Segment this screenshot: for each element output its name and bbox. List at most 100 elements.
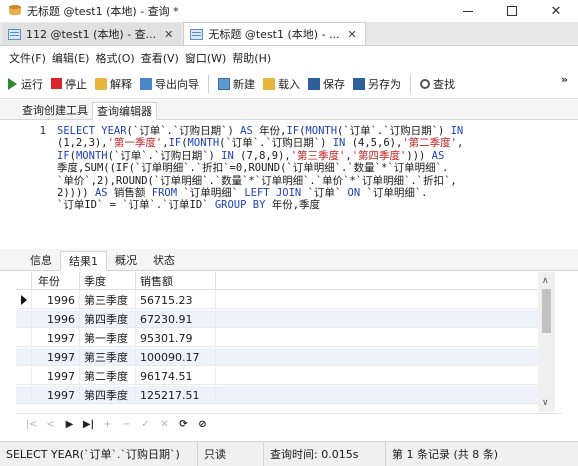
save-as-button[interactable]: 另存为 xyxy=(349,73,405,95)
save-button[interactable]: 保存 xyxy=(304,73,349,95)
sql-code[interactable]: SELECT YEAR(`订单`.`订购日期`) AS 年份,IF(MONTH(… xyxy=(57,125,567,212)
sql-keyword: ON xyxy=(347,186,361,199)
tab-query-builder[interactable]: 查询创建工具 xyxy=(18,101,92,119)
table-row[interactable]: 1997 第二季度 96174.51 xyxy=(16,367,546,385)
sql-text: (`订单`.`订购日期`) xyxy=(219,137,333,150)
export-icon xyxy=(140,77,152,90)
minimize-button[interactable] xyxy=(446,0,490,22)
table-row[interactable]: 1996 第四季度 67230.91 xyxy=(16,310,546,328)
cell-year[interactable]: 1997 xyxy=(32,386,80,404)
apply-changes-icon[interactable]: ✓ xyxy=(138,417,153,432)
cell-sales[interactable]: 67230.91 xyxy=(136,310,216,328)
result-grid[interactable]: 年份 季度 销售额 1996 第三季度 56715.23 1996 第四季度 67230.… xyxy=(16,272,562,412)
table-row[interactable]: 1996 第三季度 56715.23 xyxy=(16,291,546,309)
tab-query-editor[interactable]: 查询编辑器 xyxy=(92,102,157,120)
table-row[interactable]: 1997 第一季度 95301.79 xyxy=(16,329,546,347)
load-button[interactable]: 载入 xyxy=(259,73,304,95)
explain-icon xyxy=(95,77,107,90)
prev-record-icon[interactable]: < xyxy=(43,417,58,432)
find-button[interactable]: 查找 xyxy=(416,73,459,95)
cell-year[interactable]: 1996 xyxy=(32,291,80,309)
tab-close-icon[interactable]: ✕ xyxy=(164,28,173,41)
cell-sales[interactable]: 96174.51 xyxy=(136,367,216,385)
sql-keyword: IF xyxy=(57,149,70,162)
cell-sales[interactable]: 100090.17 xyxy=(136,348,216,366)
save-as-label: 另存为 xyxy=(368,77,401,91)
cell-quarter[interactable]: 第三季度 xyxy=(80,348,136,366)
load-label: 载入 xyxy=(278,77,300,91)
tab-query-untitled[interactable]: 无标题 @test1 (本地) - ... ✕ xyxy=(183,22,366,45)
explain-button[interactable]: 解释 xyxy=(91,73,136,95)
cell-sales[interactable]: 56715.23 xyxy=(136,291,216,309)
sql-text: 年份, xyxy=(252,125,287,137)
sql-keyword: IF xyxy=(286,125,300,137)
row-indicator xyxy=(16,386,32,404)
table-row[interactable]: 1997 第四季度 125217.51 xyxy=(16,386,546,404)
cell-quarter[interactable]: 第四季度 xyxy=(80,310,136,328)
sql-text: , xyxy=(456,137,464,150)
search-icon xyxy=(420,78,430,89)
sql-line: `订单ID` = `订单`.`订单ID` GROUP BY 年份,季度 xyxy=(57,199,567,211)
table-row[interactable]: 1997 第三季度 100090.17 xyxy=(16,348,546,366)
refresh-icon[interactable]: ⟳ xyxy=(176,417,191,432)
grid-vertical-scrollbar[interactable]: ∧ ∨ xyxy=(538,272,555,412)
sql-keyword: IF xyxy=(168,137,182,150)
run-button[interactable]: 运行 xyxy=(4,73,47,95)
delete-record-icon[interactable]: − xyxy=(119,417,134,432)
menu-edit[interactable]: 编辑(E) xyxy=(49,50,93,66)
cell-year[interactable]: 1997 xyxy=(32,367,80,385)
cell-year[interactable]: 1997 xyxy=(32,329,80,347)
column-header-sales[interactable]: 销售额 xyxy=(136,272,216,290)
tab-status[interactable]: 状态 xyxy=(145,250,183,270)
new-button[interactable]: 新建 xyxy=(214,73,259,95)
sql-string: '第一季度' xyxy=(107,137,163,150)
first-record-icon[interactable]: |< xyxy=(24,417,39,432)
discard-changes-icon[interactable]: ✕ xyxy=(157,417,172,432)
explain-label: 解释 xyxy=(110,77,132,91)
scroll-down-icon[interactable]: ∨ xyxy=(542,398,549,408)
maximize-button[interactable] xyxy=(490,0,534,22)
tab-close-icon[interactable]: ✕ xyxy=(348,28,357,41)
column-header-quarter[interactable]: 季度 xyxy=(80,272,136,290)
cell-sales[interactable]: 95301.79 xyxy=(136,329,216,347)
title-bar: 无标题 @test1 (本地) - 查询 * ✕ xyxy=(0,0,578,22)
cell-quarter[interactable]: 第四季度 xyxy=(80,386,136,404)
toolbar-overflow-button[interactable]: » xyxy=(561,73,568,86)
cell-quarter[interactable]: 第二季度 xyxy=(80,367,136,385)
sql-text: (1,2,3), xyxy=(57,137,108,150)
menu-file[interactable]: 文件(F) xyxy=(6,50,49,66)
status-mode: 只读 xyxy=(198,441,264,466)
close-button[interactable]: ✕ xyxy=(534,0,578,22)
stop-button[interactable]: 停止 xyxy=(47,73,91,95)
menu-format[interactable]: 格式(O) xyxy=(92,50,137,66)
sql-keyword: MONTH xyxy=(305,125,338,137)
tab-profile[interactable]: 概况 xyxy=(107,250,145,270)
tab-query-112[interactable]: 112 @test1 (本地) - 查... ✕ xyxy=(2,23,182,45)
add-record-icon[interactable]: + xyxy=(100,417,115,432)
cell-quarter[interactable]: 第一季度 xyxy=(80,329,136,347)
cell-quarter[interactable]: 第三季度 xyxy=(80,291,136,309)
export-label: 导出向导 xyxy=(155,77,199,91)
tab-info[interactable]: 信息 xyxy=(22,250,60,270)
column-header-year[interactable]: 年份 xyxy=(32,272,80,290)
cell-year[interactable]: 1997 xyxy=(32,348,80,366)
sql-keyword: LEFT JOIN xyxy=(244,186,302,199)
menu-help[interactable]: 帮助(H) xyxy=(229,50,274,66)
cell-year[interactable]: 1996 xyxy=(32,310,80,328)
menu-window[interactable]: 窗口(W) xyxy=(182,50,229,66)
tab-result1[interactable]: 结果1 xyxy=(60,251,107,271)
scroll-thumb[interactable] xyxy=(542,289,551,333)
sql-editor[interactable]: 1 SELECT YEAR(`订单`.`订购日期`) AS 年份,IF(MONT… xyxy=(16,121,578,243)
stop-icon[interactable]: ⊘ xyxy=(195,417,210,432)
cell-sales[interactable]: 125217.51 xyxy=(136,386,216,404)
play-icon xyxy=(8,77,17,90)
row-indicator xyxy=(16,329,32,347)
last-record-icon[interactable]: ▶| xyxy=(81,417,96,432)
current-row-icon xyxy=(21,295,27,305)
status-record: 第 1 条记录 (共 8 条) xyxy=(392,448,499,461)
menu-view[interactable]: 查看(V) xyxy=(138,50,182,66)
export-wizard-button[interactable]: 导出向导 xyxy=(136,73,203,95)
next-record-icon[interactable]: ▶ xyxy=(62,417,77,432)
row-indicator xyxy=(16,291,32,309)
scroll-up-icon[interactable]: ∧ xyxy=(542,276,549,286)
